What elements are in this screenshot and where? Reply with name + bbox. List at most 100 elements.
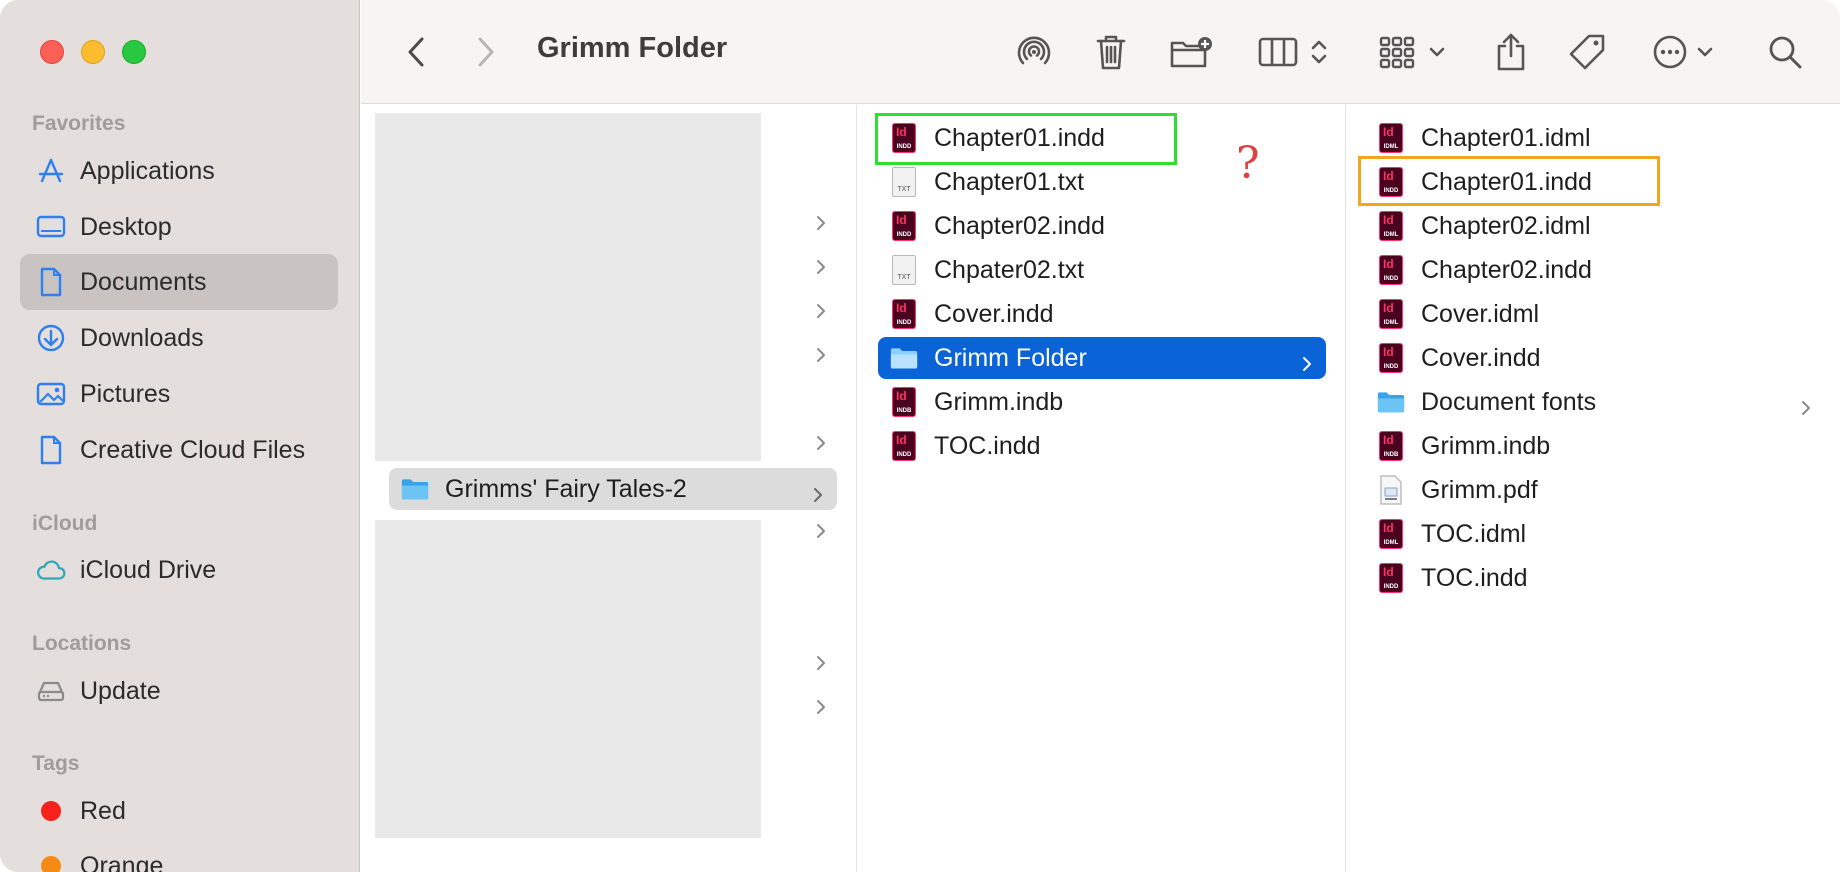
trash-button[interactable] [1093,30,1129,74]
back-button[interactable] [401,30,431,74]
sidebar-item-pictures[interactable]: Pictures [20,366,338,422]
indesign-file-icon: Id INDD [1377,341,1405,375]
desktop-icon [36,212,66,242]
more-icon [1653,35,1713,69]
file-name: TOC.indd [934,431,1041,460]
airdrop-icon [1017,36,1051,65]
forward-button[interactable] [471,30,501,74]
document-icon [36,435,66,465]
tag-icon [1569,34,1605,70]
list-item-chapter02-indd[interactable]: Id INDD Chapter02.indd [878,205,1326,247]
file-name: Chapter02.idml [1421,211,1591,240]
text-file-icon: TXT [890,165,918,199]
list-item-grimm-indb[interactable]: Id INDB Grimm.indb [878,381,1326,423]
indesign-file-icon: Id INDD [1377,253,1405,287]
file-name: TOC.idml [1421,519,1527,548]
file-name: Cover.indd [1421,343,1541,372]
applications-icon [36,156,66,186]
indesign-file-icon: Id IDML [1377,297,1405,331]
new-folder-button[interactable] [1169,30,1215,74]
group-icon [1379,36,1445,69]
chevron-right-icon [814,214,828,232]
folder-name: Grimms' Fairy Tales-2 [445,474,687,503]
sidebar-item-tag-red[interactable]: Red [20,783,338,839]
chevron-right-icon [814,258,828,276]
chevron-right-icon [814,346,828,364]
green-highlight-box [875,113,1177,165]
view-columns-button[interactable] [1257,30,1333,74]
folder-icon [890,341,918,375]
minimize-window-button[interactable] [81,40,105,64]
list-item-toc-indd[interactable]: Id INDD TOC.indd [1365,557,1825,599]
more-button[interactable] [1651,30,1723,74]
tag-button[interactable] [1567,30,1607,74]
list-item-cover-idml[interactable]: Id IDML Cover.idml [1365,293,1825,335]
sidebar-item-label: Creative Cloud Files [80,435,306,464]
sidebar-item-documents[interactable]: Documents [20,254,338,310]
indesign-file-icon: Id IDML [1377,517,1405,551]
indesign-file-icon: Id INDB [1377,429,1405,463]
finder-window: Favorites Applications Desktop Documents… [0,0,1840,872]
list-item-toc-indd[interactable]: Id INDD TOC.indd [878,425,1326,467]
share-icon [1497,33,1525,71]
sidebar-item-label: Downloads [80,323,204,352]
sidebar-item-desktop[interactable]: Desktop [20,199,338,255]
file-name: Cover.indd [934,299,1054,328]
list-item-chapter02-indd[interactable]: Id INDD Chapter02.indd [1365,249,1825,291]
file-name: Cover.idml [1421,299,1540,328]
browser-column-3[interactable]: Id IDML Chapter01.idml Id INDD Chapter01.indd… [1347,105,1840,872]
sidebar-item-label: Pictures [80,379,171,408]
list-item-cover-indd[interactable]: Id INDD Cover.indd [878,293,1326,335]
list-item-grimm-pdf[interactable]: Grimm.pdf [1365,469,1825,511]
trash-icon [1096,35,1126,70]
locations-header: Locations [32,632,132,655]
sidebar-item-update[interactable]: Update [20,663,338,719]
sidebar-item-label: Applications [80,156,215,185]
search-button[interactable] [1765,30,1805,74]
new-folder-icon [1170,37,1212,68]
file-name: Document fonts [1421,387,1597,416]
folder-icon [1377,385,1405,419]
file-name: Chapter01.txt [934,167,1085,196]
list-item-toc-idml[interactable]: Id IDML TOC.idml [1365,513,1825,555]
zoom-window-button[interactable] [122,40,146,64]
indesign-file-icon: Id INDB [890,385,918,419]
sidebar-item-applications[interactable]: Applications [20,143,338,199]
sidebar-item-creative-cloud-files[interactable]: Creative Cloud Files [20,422,338,478]
indesign-file-icon: Id INDD [890,209,918,243]
list-item-chpater02-txt[interactable]: TXT Chpater02.txt [878,249,1326,291]
disk-icon [36,676,66,706]
sidebar-item-downloads[interactable]: Downloads [20,310,338,366]
list-item-chapter02-idml[interactable]: Id IDML Chapter02.idml [1365,205,1825,247]
list-item-grimm-indb[interactable]: Id INDB Grimm.indb [1365,425,1825,467]
sidebar-item-label: Red [80,796,126,825]
list-item-grimm-folder[interactable]: Grimm Folder [878,337,1326,379]
photo-icon [36,379,66,409]
sidebar-item-label: iCloud Drive [80,555,217,584]
favorites-header: Favorites [32,112,126,135]
list-item-chapter01-idml[interactable]: Id IDML Chapter01.idml [1365,117,1825,159]
chevron-right-icon [813,481,823,510]
browser-column-2[interactable]: Id INDD Chapter01.indd TXT Chapter01.txt Id IN… [858,105,1346,872]
group-button[interactable] [1379,30,1453,74]
airdrop-button[interactable] [1013,30,1055,74]
close-window-button[interactable] [40,40,64,64]
list-item-grimms-fairy-tales[interactable]: Grimms' Fairy Tales-2 [389,468,837,510]
sidebar-item-icloud-drive[interactable]: iCloud Drive [20,542,338,598]
file-name: Chpater02.txt [934,255,1085,284]
pdf-file-icon [1377,473,1405,507]
sidebar-item-label: Documents [80,267,207,296]
chevron-right-icon [814,654,828,672]
text-file-icon: TXT [890,253,918,287]
forward-icon [478,37,494,67]
browser-column-1[interactable]: Grimms' Fairy Tales-2 [361,105,857,872]
tag-dot-icon [41,856,61,872]
indesign-file-icon: Id INDD [890,429,918,463]
share-button[interactable] [1493,30,1529,74]
sidebar: Favorites Applications Desktop Documents… [0,0,360,872]
list-item-cover-indd[interactable]: Id INDD Cover.indd [1365,337,1825,379]
chevron-right-icon [814,698,828,716]
sidebar-item-tag-orange[interactable]: Orange [20,838,338,872]
file-name: Chapter02.indd [1421,255,1592,284]
list-item-document-fonts[interactable]: Document fonts [1365,381,1825,423]
